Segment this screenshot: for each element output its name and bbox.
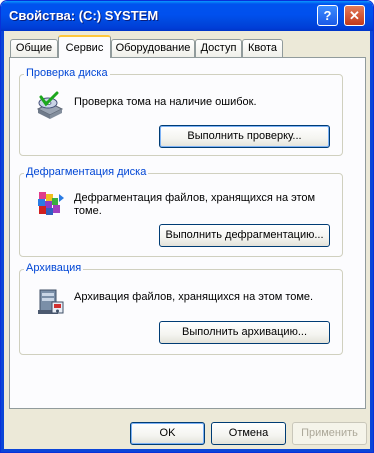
backup-icon — [38, 289, 64, 314]
properties-dialog: Свойства: (C:) SYSTEM ? ✕ Общие Сервис О… — [0, 0, 374, 453]
tab-sharing[interactable]: Доступ — [195, 39, 242, 57]
close-button[interactable]: ✕ — [344, 5, 365, 26]
disk-check-description: Проверка тома на наличие ошибок. — [74, 96, 257, 108]
window-border-left — [1, 31, 4, 452]
tab-quota[interactable]: Квота — [242, 39, 283, 57]
title-bar[interactable]: Свойства: (C:) SYSTEM ? ✕ — [1, 1, 373, 31]
tab-service[interactable]: Сервис — [58, 35, 111, 58]
run-check-button[interactable]: Выполнить проверку... — [159, 125, 330, 148]
group-title-disk-check: Проверка диска — [24, 67, 110, 79]
help-button[interactable]: ? — [317, 5, 338, 26]
group-title-defrag: Дефрагментация диска — [24, 166, 149, 178]
run-defrag-button[interactable]: Выполнить дефрагментацию... — [159, 224, 330, 247]
group-title-backup: Архивация — [24, 262, 84, 274]
backup-description: Архивация файлов, хранящихся на этом том… — [74, 291, 314, 303]
defrag-icon — [38, 192, 64, 215]
disk-check-icon — [36, 91, 64, 119]
window-title: Свойства: (C:) SYSTEM — [9, 8, 159, 23]
help-icon: ? — [323, 8, 332, 23]
tab-general[interactable]: Общие — [10, 39, 58, 57]
window-border-right — [370, 31, 373, 452]
apply-button[interactable]: Применить — [292, 422, 367, 445]
defrag-description: Дефрагментация файлов, хранящихся на это… — [74, 192, 316, 217]
ok-button[interactable]: OK — [130, 422, 205, 445]
window-border-bottom — [1, 449, 373, 452]
tab-hardware[interactable]: Оборудование — [111, 39, 195, 57]
cancel-button[interactable]: Отмена — [211, 422, 286, 445]
close-icon: ✕ — [349, 8, 360, 23]
run-backup-button[interactable]: Выполнить архивацию... — [159, 321, 330, 344]
